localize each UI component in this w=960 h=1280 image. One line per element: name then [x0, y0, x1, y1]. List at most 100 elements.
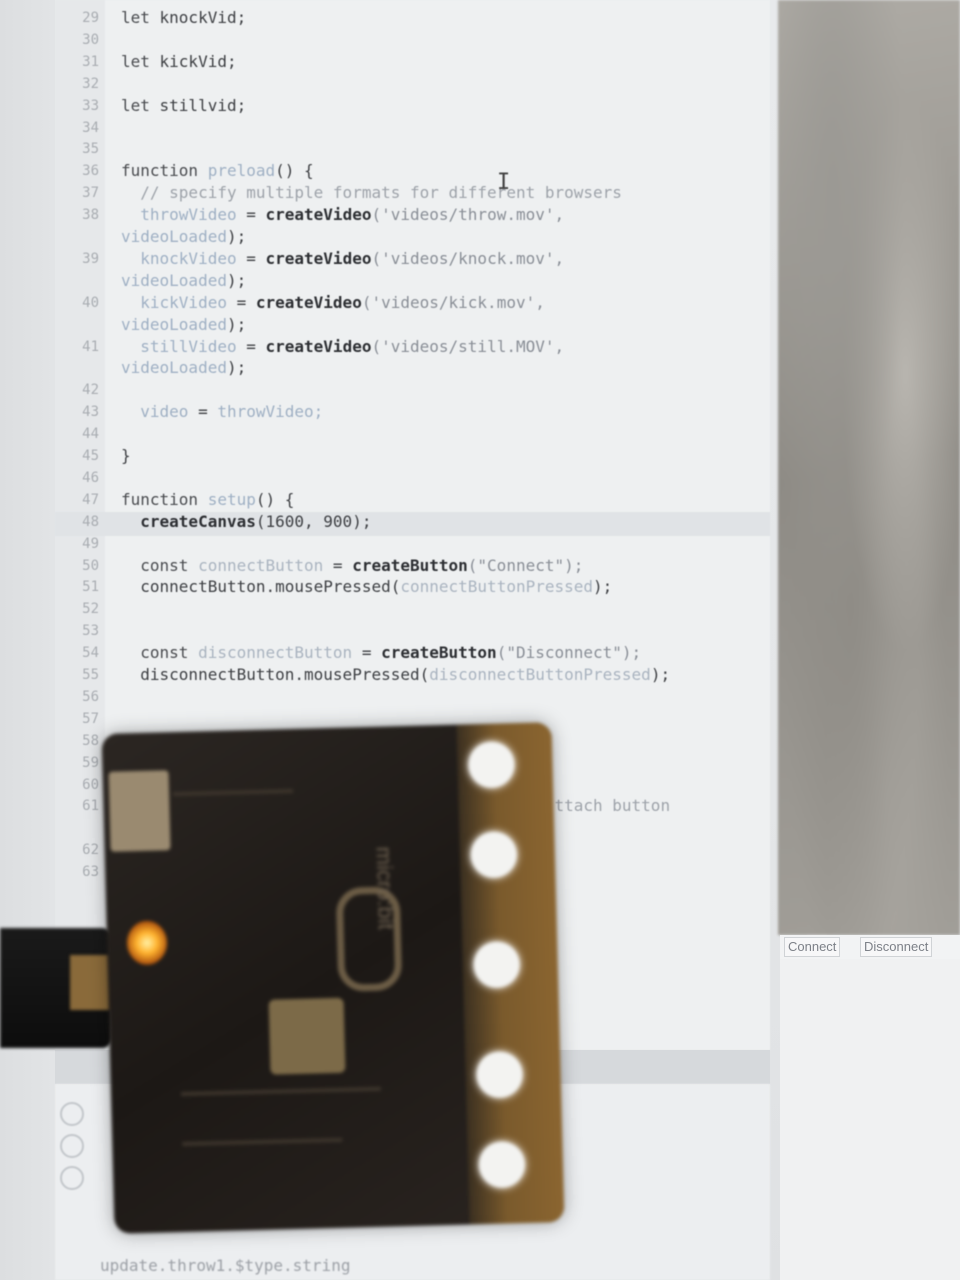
processor-chip	[268, 997, 346, 1075]
code-token: (1600, 900);	[255, 511, 372, 531]
code-token: () {	[255, 489, 295, 509]
code-token: =	[246, 248, 266, 268]
code-token: disconnectButtonPressed	[429, 665, 651, 684]
code-text: let stillvid;	[121, 95, 246, 117]
code-line: 44	[55, 423, 770, 445]
line-number: 50	[82, 557, 99, 574]
code-token: createButton	[381, 643, 497, 663]
code-token: setup	[207, 489, 256, 509]
pcb-trace	[180, 1086, 381, 1097]
line-number: 44	[82, 426, 99, 443]
code-line: 56	[55, 686, 770, 708]
code-token: disconnectButton	[198, 643, 362, 663]
code-token: );	[226, 227, 247, 246]
line-number: 31	[82, 53, 99, 70]
console-clear-icon[interactable]	[60, 1102, 84, 1126]
code-token: createVideo	[265, 248, 372, 268]
code-token: =	[236, 292, 256, 312]
code-token: knockVid;	[159, 8, 247, 27]
code-line: videoLoaded);	[55, 270, 770, 292]
code-token: const	[121, 555, 199, 575]
code-token: throwVideo	[121, 205, 247, 225]
code-token: =	[332, 555, 353, 575]
code-token: ("Connect");	[467, 555, 584, 575]
code-line: 31 let kickVid;	[55, 51, 770, 73]
code-token: connectButtonPressed	[400, 577, 594, 597]
line-number: 57	[82, 710, 99, 727]
code-token: preload	[207, 161, 276, 181]
code-token: video	[121, 402, 199, 422]
pin-pad	[478, 1141, 526, 1189]
code-text: videoLoaded);	[121, 270, 246, 292]
code-token: function	[121, 489, 208, 509]
pcb-trace	[182, 1137, 343, 1147]
code-text: videoLoaded);	[121, 226, 246, 248]
connect-button[interactable]: Connect	[784, 937, 841, 957]
microbit-board: micro:bit	[101, 722, 565, 1234]
code-token: }	[121, 446, 131, 465]
code-text: throwVideo = createVideo('videos/throw.m…	[121, 204, 564, 226]
pin-pad	[470, 831, 518, 879]
code-token: const	[121, 643, 199, 663]
code-text: }	[121, 445, 131, 467]
line-number: 40	[82, 294, 99, 311]
code-line: 55 disconnectButton.mousePressed(disconn…	[55, 664, 770, 686]
code-line: 50 const connectButton = createButton("C…	[55, 555, 770, 577]
battery-connector	[108, 770, 171, 852]
code-line: 48 createCanvas(1600, 900);	[55, 511, 770, 533]
line-number: 48	[82, 513, 99, 530]
code-token: createVideo	[265, 336, 372, 356]
sketch-preview-video	[778, 0, 960, 935]
code-token: function	[121, 161, 208, 181]
code-text: video = throwVideo;	[121, 401, 323, 423]
pcb-trace	[173, 788, 294, 797]
console-expand-icon[interactable]	[60, 1134, 84, 1158]
line-number: 47	[82, 491, 99, 508]
code-line: 37 // specify multiple formats for diffe…	[55, 182, 770, 204]
pin-pad	[467, 741, 516, 789]
code-text: disconnectButton.mousePressed(disconnect…	[121, 664, 670, 686]
microbit-label: micro:bit	[371, 846, 399, 931]
text-cursor-icon: I	[497, 170, 511, 195]
code-text: kickVideo = createVideo('videos/kick.mov…	[121, 292, 545, 314]
disconnect-button[interactable]: Disconnect	[860, 937, 933, 957]
code-token: disconnectButton.mousePressed(	[121, 665, 430, 684]
code-token: videoLoaded	[121, 270, 227, 290]
code-token: knockVideo	[121, 248, 247, 268]
line-number: 52	[82, 601, 99, 618]
code-line: 45}	[55, 445, 770, 467]
code-token: createVideo	[255, 292, 362, 312]
console-settings-icon[interactable]	[60, 1166, 84, 1190]
code-token: videoLoaded	[121, 358, 227, 378]
line-number: 33	[82, 97, 99, 114]
code-token: createCanvas	[121, 511, 256, 531]
code-text: createCanvas(1600, 900);	[121, 511, 371, 533]
line-number: 63	[82, 864, 99, 881]
line-number: 41	[82, 338, 99, 355]
code-token: =	[246, 205, 266, 225]
code-token: stillvid;	[159, 95, 247, 115]
edge-connector	[456, 722, 565, 1225]
line-number: 56	[82, 688, 99, 705]
code-token: let	[121, 95, 160, 115]
line-number: 39	[82, 250, 99, 267]
line-number: 42	[82, 382, 99, 399]
code-token: stillVideo	[121, 336, 247, 356]
console-output-line: update.throw1.$type.string	[100, 1256, 351, 1275]
line-number: 62	[82, 842, 99, 859]
preview-button-bar: Connect Disconnect	[780, 935, 960, 959]
line-number: 51	[82, 579, 99, 596]
code-token: videoLoaded	[121, 314, 227, 334]
pin-pad	[473, 941, 521, 989]
code-line: 53	[55, 620, 770, 642]
code-line: 49	[55, 533, 770, 555]
code-token: videoLoaded	[121, 227, 227, 246]
line-number: 29	[82, 10, 99, 26]
code-line: 34	[55, 117, 770, 139]
code-line: 32	[55, 73, 770, 95]
line-number: 53	[82, 623, 99, 640]
code-line: 51 connectButton.mousePressed(connectBut…	[55, 576, 770, 598]
line-number: 59	[82, 754, 99, 771]
line-number: 49	[82, 535, 99, 552]
code-text: videoLoaded);	[121, 314, 246, 336]
